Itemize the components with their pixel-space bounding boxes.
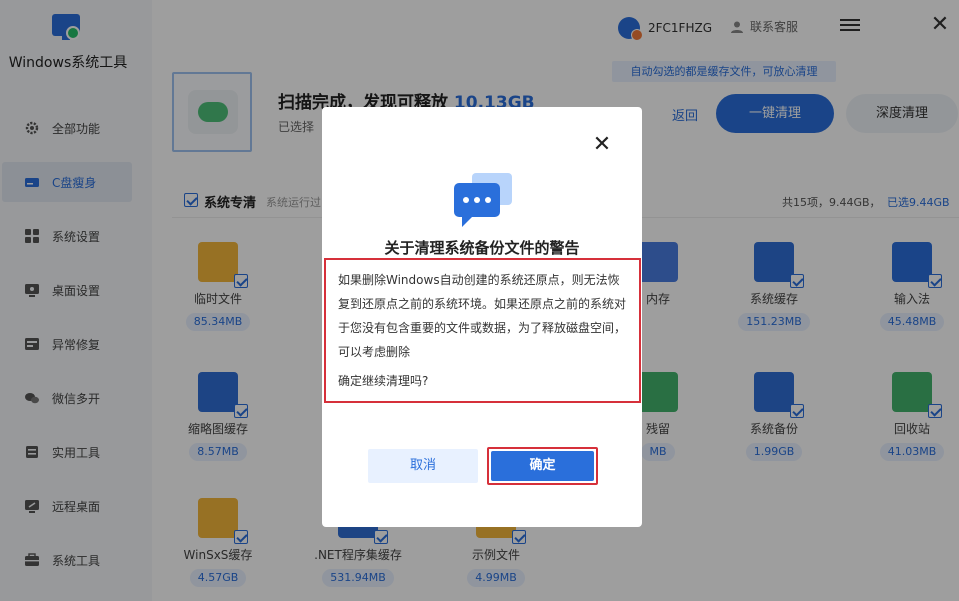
message-icon bbox=[454, 173, 512, 227]
confirm-highlight: 确定 bbox=[487, 447, 598, 485]
dialog-warning-box: 如果删除Windows自动创建的系统还原点，则无法恢复到还原点之前的系统环境。如… bbox=[324, 258, 641, 403]
dialog-title: 关于清理系统备份文件的警告 bbox=[384, 239, 580, 257]
dialog-message: 如果删除Windows自动创建的系统还原点，则无法恢复到还原点之前的系统环境。如… bbox=[338, 273, 627, 359]
dialog-question: 确定继续清理吗? bbox=[338, 374, 429, 388]
cancel-button[interactable]: 取消 bbox=[368, 449, 478, 483]
dialog-close-icon[interactable]: ✕ bbox=[592, 134, 612, 156]
confirm-button[interactable]: 确定 bbox=[491, 451, 594, 481]
warning-dialog: ✕ 关于清理系统备份文件的警告 如果删除Windows自动创建的系统还原点，则无… bbox=[322, 107, 642, 527]
